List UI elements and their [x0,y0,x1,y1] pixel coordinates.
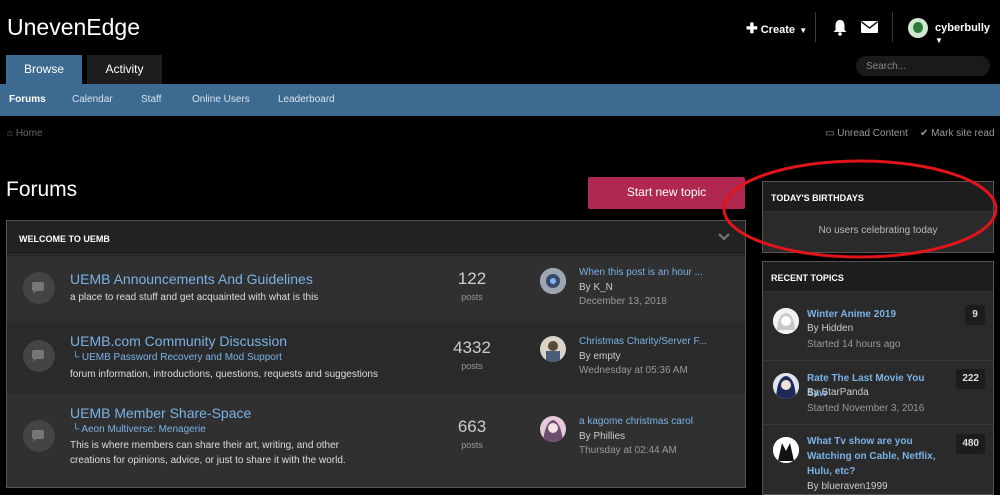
create-menu-button[interactable]: ✚ Create ▼ [746,20,807,37]
create-label: Create [760,24,795,36]
forum-icon [23,340,55,372]
subnav-staff[interactable]: Staff [141,94,161,105]
topic-author-avatar[interactable] [773,308,799,334]
category-title: WELCOME TO UEMB [19,234,110,244]
post-count: 122 [457,269,487,288]
post-count-label: posts [461,361,483,371]
last-post-author[interactable]: By empty [579,351,621,362]
forum-icon [23,420,55,452]
forum-title[interactable]: UEMB.com Community Discussion [70,333,287,349]
chat-bubble-icon [32,282,44,294]
topic-date: Started 14 hours ago [807,339,901,350]
forum-description: forum information, introductions, questi… [70,369,378,380]
breadcrumb[interactable]: ⌂ Home [7,128,43,139]
recent-topic-item: Winter Anime 2019 By Hidden Started 14 h… [763,292,993,361]
checkmark-icon: ✔ [920,128,929,139]
post-count: 663 [457,417,487,436]
caret-down-icon: ▼ [796,26,808,35]
subnav-forums[interactable]: Forums [9,94,46,105]
forum-category-panel: WELCOME TO UEMB UEMB Announcements And G… [6,220,746,488]
header-divider [815,12,816,42]
last-post-date: Wednesday at 05:36 AM [579,365,688,376]
home-icon: ⌂ [7,128,14,139]
user-avatar[interactable] [908,18,928,38]
subnav-leaderboard[interactable]: Leaderboard [278,94,335,105]
header-divider [892,12,893,42]
last-post-date: December 13, 2018 [579,296,667,307]
subforum-link[interactable]: └ Aeon Multiverse: Menagerie [72,424,206,435]
topic-author[interactable]: By blueraven1999 [807,481,888,492]
topic-author[interactable]: By Hidden [807,323,853,334]
unread-content-label: Unread Content [837,128,908,139]
envelope-icon[interactable] [861,21,878,33]
avatar-image [773,308,799,334]
chat-bubble-icon [32,350,44,362]
last-poster-avatar[interactable] [540,336,566,362]
avatar-image [540,268,566,294]
last-post-author[interactable]: By Phillies [579,431,625,442]
avatar-image [540,416,566,442]
tab-browse[interactable]: Browse [6,55,82,85]
last-post-author[interactable]: By K_N [579,282,613,293]
topic-title[interactable]: What Tv show are you Watching on Cable, … [807,434,947,479]
forum-title[interactable]: UEMB Announcements And Guidelines [70,271,313,287]
annotation-circle [722,159,998,259]
tab-activity[interactable]: Activity [87,55,162,85]
forum-description: This is where members can share their ar… [70,440,346,466]
caret-down-icon: ▼ [935,36,943,45]
chat-bubble-icon [32,430,44,442]
user-menu-button[interactable]: cyberbully ▼ [935,22,1000,46]
post-count: 4332 [453,338,491,357]
last-post-title[interactable]: a kagome christmas carol [579,416,693,427]
recent-topic-item: What Tv show are you Watching on Cable, … [763,425,993,494]
forum-icon [23,272,55,304]
last-post-title[interactable]: Christmas Charity/Server F... [579,336,707,347]
subnav-online-users[interactable]: Online Users [192,94,250,105]
topic-author-avatar[interactable] [773,373,799,399]
unread-content-link[interactable]: ▭ Unread Content [825,128,908,139]
subforum-label: Aeon Multiverse: Menagerie [81,424,206,435]
breadcrumb-home: Home [15,128,43,139]
secondary-nav: Forums Calendar Staff Online Users Leade… [0,84,1000,116]
last-poster-avatar[interactable] [540,268,566,294]
forum-row: UEMB.com Community Discussion └ UEMB Pas… [7,321,745,394]
topic-author-avatar[interactable] [773,437,799,463]
subforum-link[interactable]: └ UEMB Password Recovery and Mod Support [72,352,282,363]
subnav-calendar[interactable]: Calendar [72,94,113,105]
recent-topic-item: Rate The Last Movie You Saw By StarPanda… [763,361,993,425]
plus-icon: ✚ [746,20,758,36]
mark-site-read-link[interactable]: ✔ Mark site read [920,128,995,139]
site-header: UnevenEdge ✚ Create ▼ cyberbully ▼ Browse… [0,0,1000,85]
avatar-image [773,373,799,399]
widget-header: RECENT TOPICS [763,262,993,292]
post-count-label: posts [461,440,483,450]
last-poster-avatar[interactable] [540,416,566,442]
avatar-image [773,437,799,463]
category-header: WELCOME TO UEMB [7,221,745,255]
forum-title[interactable]: UEMB Member Share-Space [70,405,251,421]
bell-icon[interactable] [832,19,848,36]
mark-site-read-label: Mark site read [931,128,995,139]
last-post-title[interactable]: When this post is an hour ... [579,267,703,278]
topic-title[interactable]: Winter Anime 2019 [807,307,947,322]
username-label: cyberbully [935,22,991,34]
forum-row: UEMB Member Share-Space └ Aeon Multivers… [7,394,745,487]
search-input[interactable] [856,56,990,76]
forum-row: UEMB Announcements And Guidelines a plac… [7,256,745,321]
subforum-label: UEMB Password Recovery and Mod Support [81,352,282,363]
unread-icon: ▭ [825,128,835,139]
widget-title: RECENT TOPICS [771,273,844,283]
reply-count-badge: 222 [956,369,985,389]
forum-description: a place to read stuff and get acquainted… [70,292,319,303]
avatar-image [540,336,566,362]
last-post-date: Thursday at 02:44 AM [579,445,677,456]
page-title: Forums [6,178,78,201]
reply-count-badge: 9 [965,305,985,325]
site-logo[interactable]: UnevenEdge [7,14,140,41]
recent-topics-widget: RECENT TOPICS Winter Anime 2019 By Hidde… [762,261,994,495]
reply-count-badge: 480 [956,434,985,454]
topic-author[interactable]: By StarPanda [807,387,869,398]
topic-date: Started November 3, 2016 [807,403,925,414]
post-count-label: posts [461,292,483,302]
